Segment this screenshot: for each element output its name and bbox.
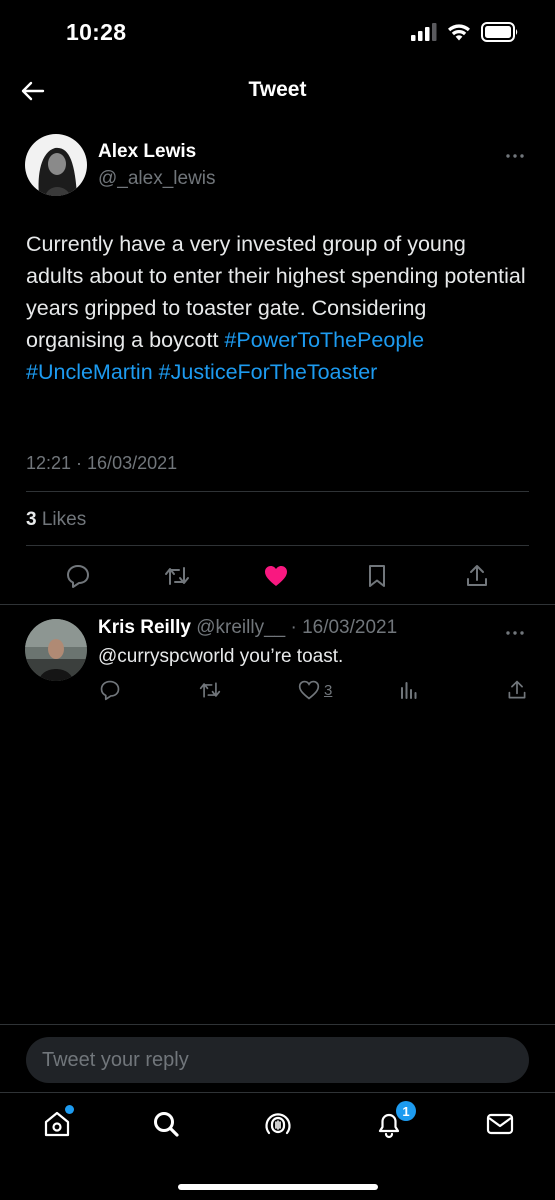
retweet-icon [199, 682, 221, 698]
nav-header: Tweet [0, 64, 555, 118]
avatar[interactable] [25, 134, 87, 196]
reply-like-button[interactable]: 3 [298, 679, 332, 701]
bookmark-button[interactable] [364, 563, 390, 589]
author-handle[interactable]: @_alex_lewis [98, 168, 216, 190]
tab-notifications[interactable]: 1 [374, 1101, 416, 1139]
views-icon [401, 682, 417, 699]
divider [26, 491, 529, 492]
home-indicator [178, 1184, 378, 1190]
hashtag-link[interactable]: #PowerToThePeople [224, 328, 424, 352]
more-icon [506, 631, 524, 635]
share-button[interactable] [464, 563, 490, 589]
like-icon [298, 680, 320, 700]
status-icons [411, 22, 519, 42]
signal-icon [411, 23, 437, 41]
reply-compose-bar [0, 1024, 555, 1092]
spaces-icon [265, 1113, 291, 1135]
notification-badge: 1 [396, 1101, 416, 1121]
like-icon [265, 566, 287, 586]
tweet-actions [0, 563, 555, 589]
tab-search[interactable] [151, 1109, 181, 1139]
likes-row[interactable]: 3 Likes [26, 509, 86, 531]
reply-share-button[interactable] [506, 679, 528, 701]
tab-spaces[interactable] [263, 1109, 293, 1139]
share-icon [508, 680, 526, 699]
like-button[interactable] [263, 563, 289, 589]
tweet-timestamp: 12:21 · 16/03/2021 [26, 453, 178, 473]
share-icon [467, 565, 487, 586]
tab-messages[interactable] [485, 1109, 515, 1139]
likes-count: 3 [26, 509, 37, 530]
page-title: Tweet [248, 78, 307, 101]
bookmark-icon [369, 565, 385, 587]
home-unread-dot [65, 1105, 74, 1114]
hashtag-link[interactable]: #JusticeForTheToaster [159, 360, 378, 384]
search-icon [154, 1112, 179, 1137]
reply-tweet[interactable]: Kris Reilly @kreilly__ · 16/03/2021 @cur… [0, 605, 555, 715]
author-name[interactable]: Alex Lewis [98, 141, 196, 163]
reply-more-options-button[interactable] [505, 623, 525, 641]
reply-header: Kris Reilly @kreilly__ · 16/03/2021 [98, 617, 397, 639]
bottom-tab-bar: 1 [0, 1092, 555, 1200]
more-icon [506, 154, 524, 158]
reply-views-button[interactable] [398, 679, 420, 701]
messages-icon [486, 1113, 514, 1135]
retweet-icon [165, 567, 189, 585]
reply-icon [100, 680, 120, 701]
status-time: 10:28 [66, 19, 127, 45]
avatar[interactable] [25, 619, 87, 681]
wifi-icon [448, 24, 470, 41]
tab-home[interactable] [42, 1105, 74, 1139]
reply-meta: @kreilly__ · 16/03/2021 [196, 617, 398, 638]
tweet-text: Currently have a very invested group of … [26, 228, 526, 388]
reply-reply-button[interactable] [99, 679, 121, 701]
reply-icon [67, 565, 89, 588]
reply-button[interactable] [65, 563, 91, 589]
more-options-button[interactable] [505, 146, 525, 164]
reply-text: @curryspcworld you’re toast. [98, 646, 344, 667]
divider [26, 545, 529, 546]
likes-label: Likes [41, 509, 87, 530]
hashtag-link[interactable]: #UncleMartin [26, 360, 153, 384]
reply-like-count[interactable]: 3 [324, 682, 332, 699]
battery-icon [481, 22, 518, 42]
reply-retweet-button[interactable] [198, 679, 222, 701]
reply-author-name[interactable]: Kris Reilly [98, 617, 191, 638]
reply-input[interactable] [26, 1037, 529, 1083]
status-bar: 10:28 [0, 0, 555, 64]
retweet-button[interactable] [163, 563, 189, 589]
reply-actions: 3 [0, 679, 555, 703]
